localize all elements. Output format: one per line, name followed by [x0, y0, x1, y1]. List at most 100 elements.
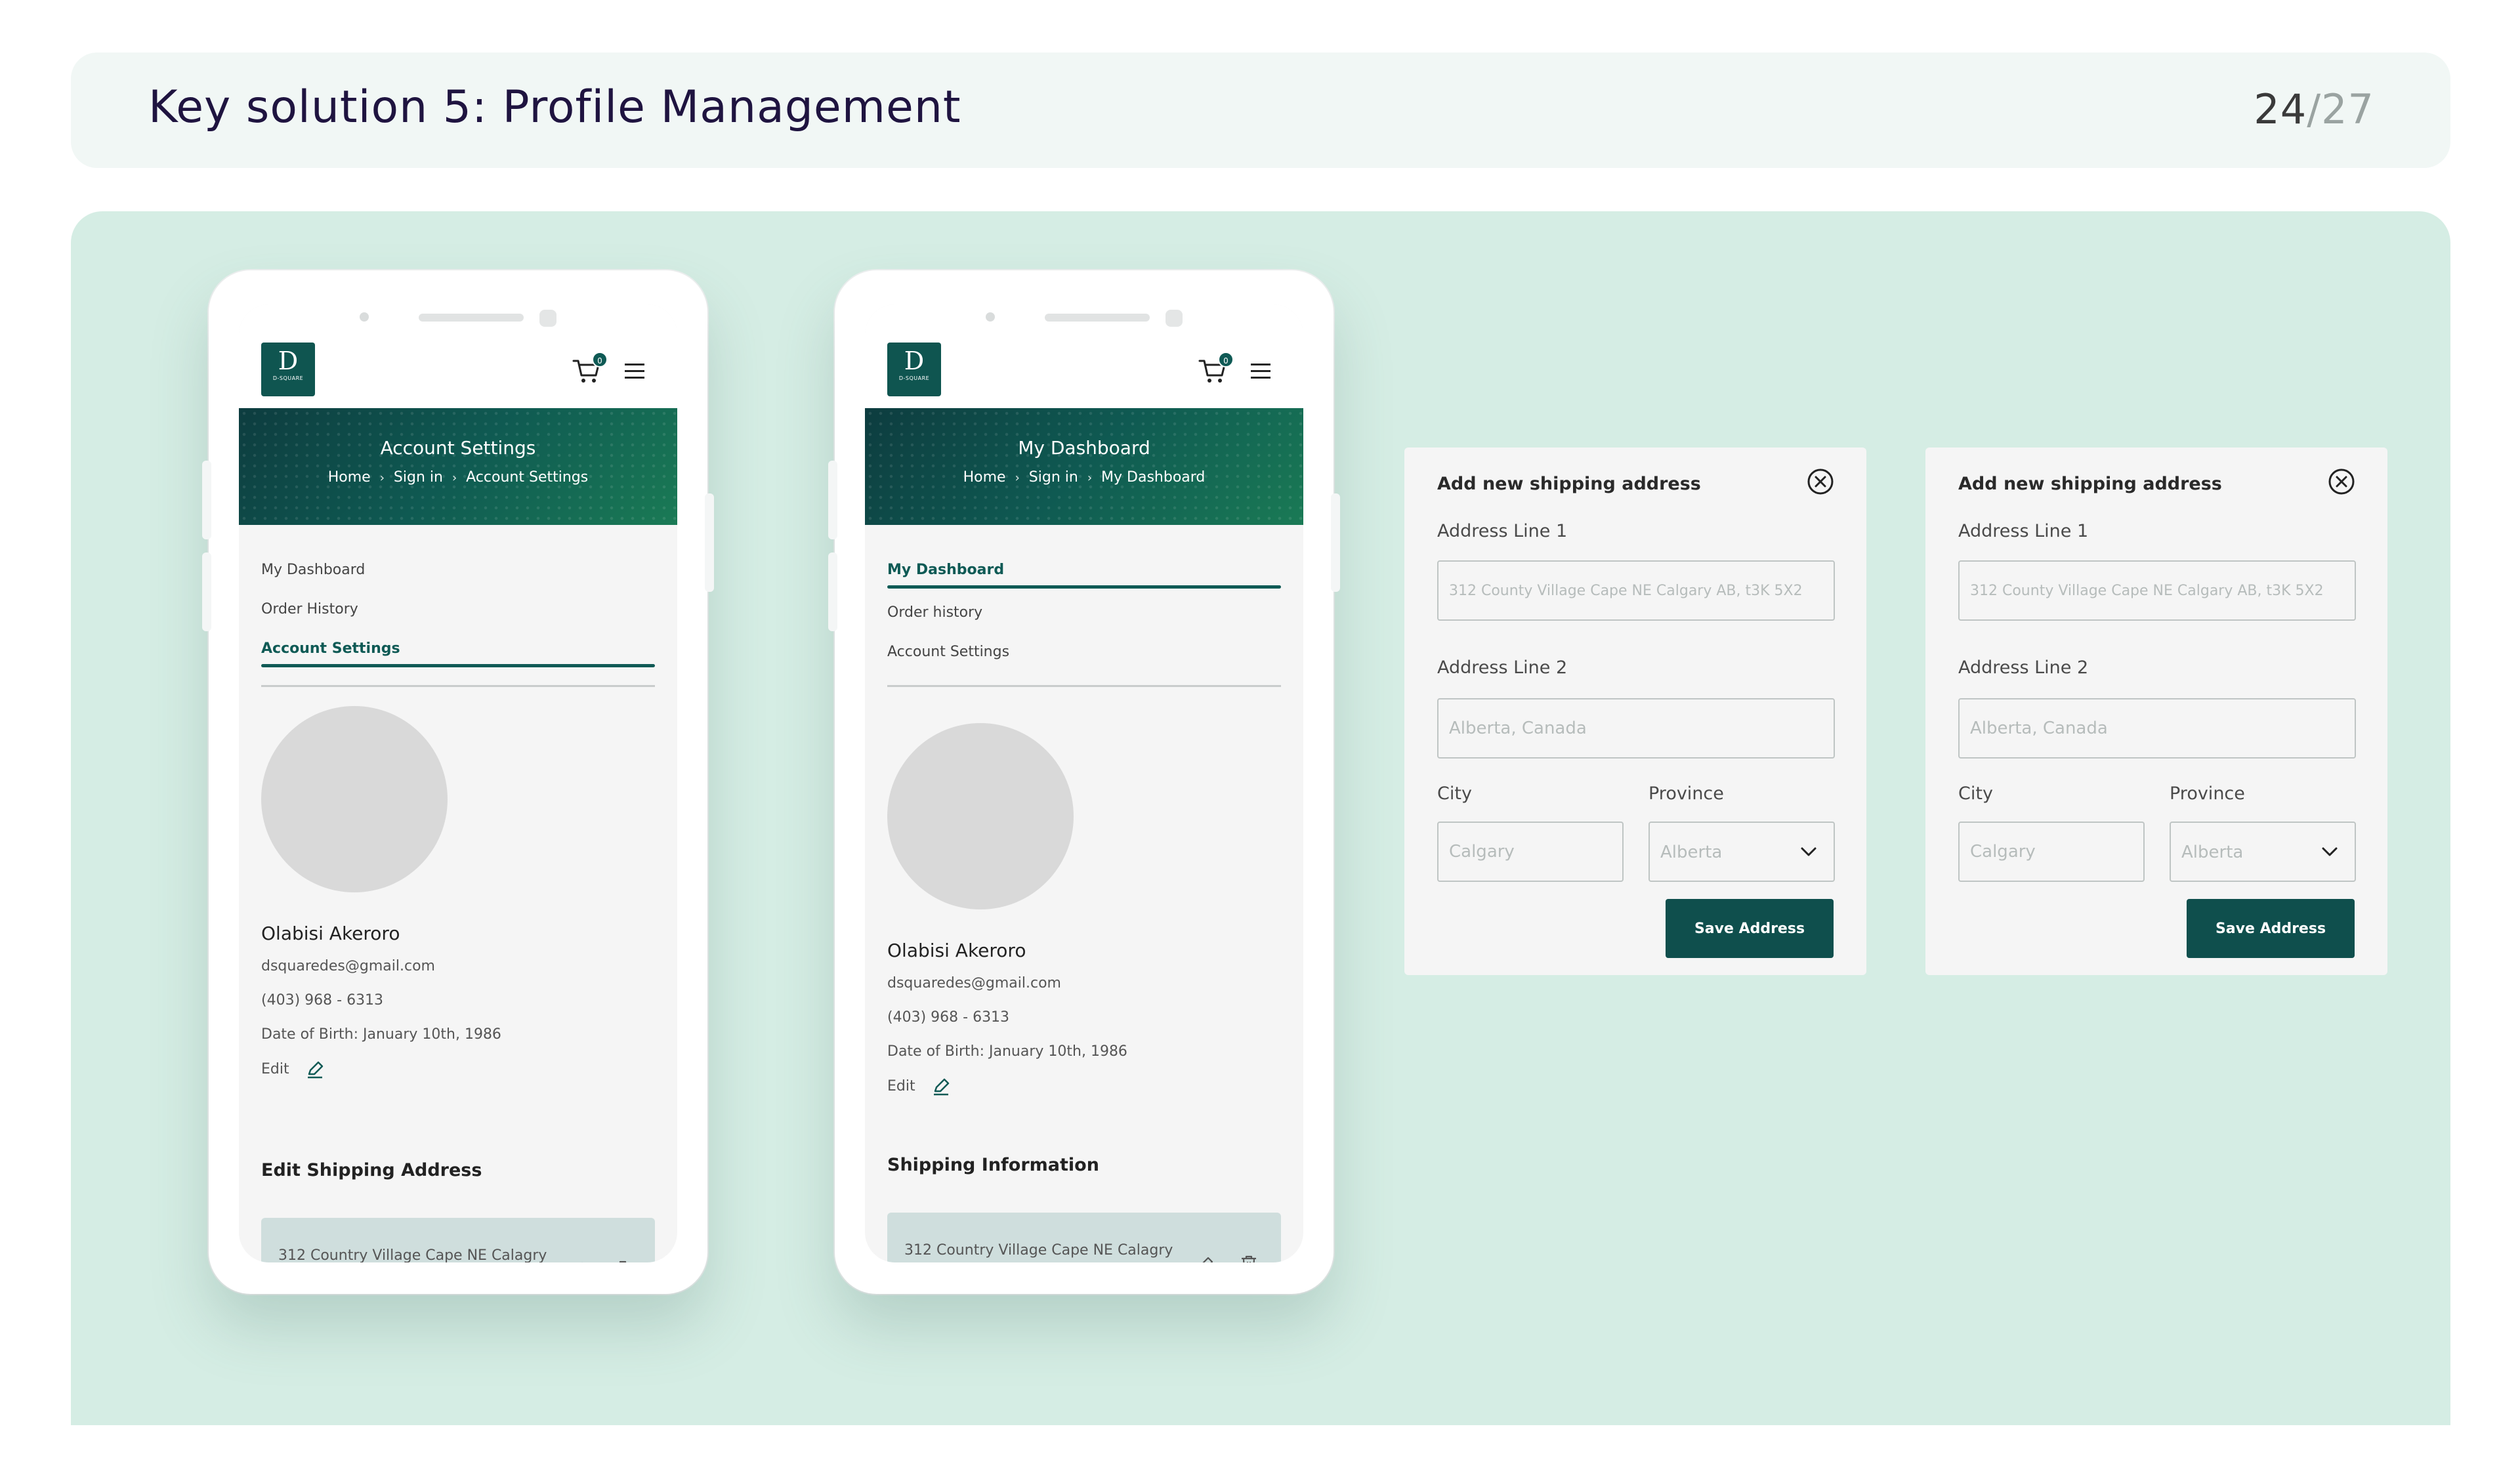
phone-volume-up [828, 461, 837, 539]
active-tab-underline [887, 585, 1281, 589]
page-banner: Account Settings Home › Sign in › Account Se… [239, 408, 677, 525]
speaker-grille [1045, 314, 1150, 322]
tabs-divider [887, 685, 1281, 687]
address1-input[interactable] [1437, 560, 1835, 621]
address1-input[interactable] [1958, 560, 2356, 621]
edit-profile-button[interactable]: Edit [887, 1077, 950, 1096]
active-tab-underline [261, 664, 655, 667]
address2-input[interactable] [1437, 698, 1835, 759]
modal-title: Add new shipping address [1958, 474, 2222, 494]
province-select[interactable]: Alberta [1648, 822, 1835, 882]
tab-my-dashboard[interactable]: My Dashboard [261, 560, 655, 600]
edit-label: Edit [887, 1078, 915, 1094]
breadcrumb-signin[interactable]: Sign in [1029, 469, 1078, 486]
profile-phone: (403) 968 - 6313 [887, 1009, 1010, 1026]
banner-title: My Dashboard [1018, 437, 1150, 459]
logo-text: D-SQUARE [898, 375, 930, 381]
tab-account-settings[interactable]: Account Settings [261, 639, 655, 678]
avatar[interactable] [887, 723, 1074, 909]
speaker-grille [419, 314, 524, 322]
province-label: Province [2170, 783, 2245, 804]
edit-profile-button[interactable]: Edit [261, 1060, 324, 1079]
tab-order-history[interactable]: Order History [261, 600, 655, 639]
profile-email: dsquaredes@gmail.com [261, 958, 435, 974]
logo-letter: D [278, 346, 299, 375]
breadcrumb-current: My Dashboard [1101, 469, 1206, 486]
profile-phone: (403) 968 - 6313 [261, 992, 384, 1009]
brand-logo[interactable]: D D-SQUARE [261, 343, 315, 396]
save-address-button[interactable]: Save Address [2187, 899, 2355, 958]
edit-pencil-icon [307, 1061, 323, 1079]
phone-volume-down [202, 552, 211, 631]
breadcrumb-signin[interactable]: Sign in [394, 469, 443, 486]
profile-dob: Date of Birth: January 10th, 1986 [261, 1026, 501, 1043]
add-address-modal: Add new shipping address Address Line 1 … [1404, 448, 1866, 975]
account-tabs: My Dashboard Order history Account Setti… [887, 560, 1281, 682]
phone-power-button [1331, 493, 1340, 592]
close-icon[interactable] [2327, 467, 2356, 496]
city-input[interactable] [1958, 822, 2145, 882]
tab-account-settings[interactable]: Account Settings [887, 642, 1281, 682]
province-label: Province [1648, 783, 1724, 804]
camera-dot [360, 312, 369, 322]
slide-title: Key solution 5: Profile Management [148, 81, 961, 133]
profile-name: Olabisi Akeroro [887, 940, 1026, 961]
city-input[interactable] [1437, 822, 1624, 882]
phone-account-settings: D D-SQUARE 0 Account Settings Home › Sign … [202, 270, 714, 1294]
page-total: 27 [2321, 85, 2374, 133]
tabs-divider [261, 685, 655, 687]
page-counter: 24/27 [2254, 85, 2374, 133]
edit-address-button[interactable] [1196, 1256, 1214, 1262]
breadcrumb: Home › Sign in › Account Settings [239, 469, 677, 486]
chevron-down-icon [2322, 847, 2338, 856]
sensor [539, 310, 556, 327]
edit-pencil-icon [933, 1078, 949, 1096]
chevron-right-icon: › [1015, 471, 1020, 485]
edit-pencil-icon [1202, 1257, 1213, 1262]
province-select[interactable]: Alberta [2170, 822, 2356, 882]
breadcrumb-current: Account Settings [466, 469, 589, 486]
menu-icon[interactable] [623, 361, 646, 381]
address1-label: Address Line 1 [1958, 521, 2089, 541]
tab-order-history[interactable]: Order history [887, 603, 1281, 642]
address-actions [1196, 1255, 1280, 1262]
close-icon[interactable] [1806, 467, 1835, 496]
address1-label: Address Line 1 [1437, 521, 1568, 541]
logo-text: D-SQUARE [272, 375, 304, 381]
chevron-right-icon: › [452, 471, 457, 485]
address-card: 312 Country Village Cape NE Calagry AB, … [887, 1213, 1281, 1262]
save-address-button[interactable]: Save Address [1666, 899, 1834, 958]
chevron-right-icon: › [1087, 471, 1093, 485]
camera-dot [986, 312, 995, 322]
trash-icon [1242, 1255, 1257, 1262]
cart-badge: 0 [592, 352, 608, 367]
breadcrumb-home[interactable]: Home [328, 469, 371, 486]
add-address-modal: Add new shipping address Address Line 1 … [1925, 448, 2387, 975]
edit-pencil-icon [570, 1261, 588, 1262]
delete-address-button[interactable] [1240, 1255, 1258, 1262]
sensor [1166, 310, 1183, 327]
address-actions [570, 1260, 654, 1262]
city-label: City [1437, 783, 1472, 804]
delete-address-button[interactable] [614, 1260, 632, 1262]
cart-badge: 0 [1218, 352, 1234, 367]
logo-letter: D [904, 346, 925, 375]
address-text: 312 Country Village Cape NE Calagry AB, … [278, 1247, 547, 1262]
breadcrumb-home[interactable]: Home [963, 469, 1006, 486]
brand-logo[interactable]: D D-SQUARE [887, 343, 941, 396]
edit-address-button[interactable] [570, 1261, 588, 1262]
phone-my-dashboard: D D-SQUARE 0 My Dashboard Home › Sign in › M… [828, 270, 1340, 1294]
avatar[interactable] [261, 706, 448, 892]
page-banner: My Dashboard Home › Sign in › My Dashboard [865, 408, 1303, 525]
tab-my-dashboard[interactable]: My Dashboard [887, 560, 1281, 600]
slide-header: Key solution 5: Profile Management 24/27 [71, 52, 2450, 168]
page-separator: / [2307, 85, 2322, 133]
menu-icon[interactable] [1250, 361, 1272, 381]
chevron-down-icon [1801, 847, 1816, 856]
address2-input[interactable] [1958, 698, 2356, 759]
account-tabs: My Dashboard Order History Account Setti… [261, 560, 655, 682]
breadcrumb: Home › Sign in › My Dashboard [865, 469, 1303, 486]
trash-icon [619, 1260, 627, 1262]
shipping-heading: Shipping Information [887, 1155, 1099, 1175]
edit-label: Edit [261, 1061, 289, 1077]
